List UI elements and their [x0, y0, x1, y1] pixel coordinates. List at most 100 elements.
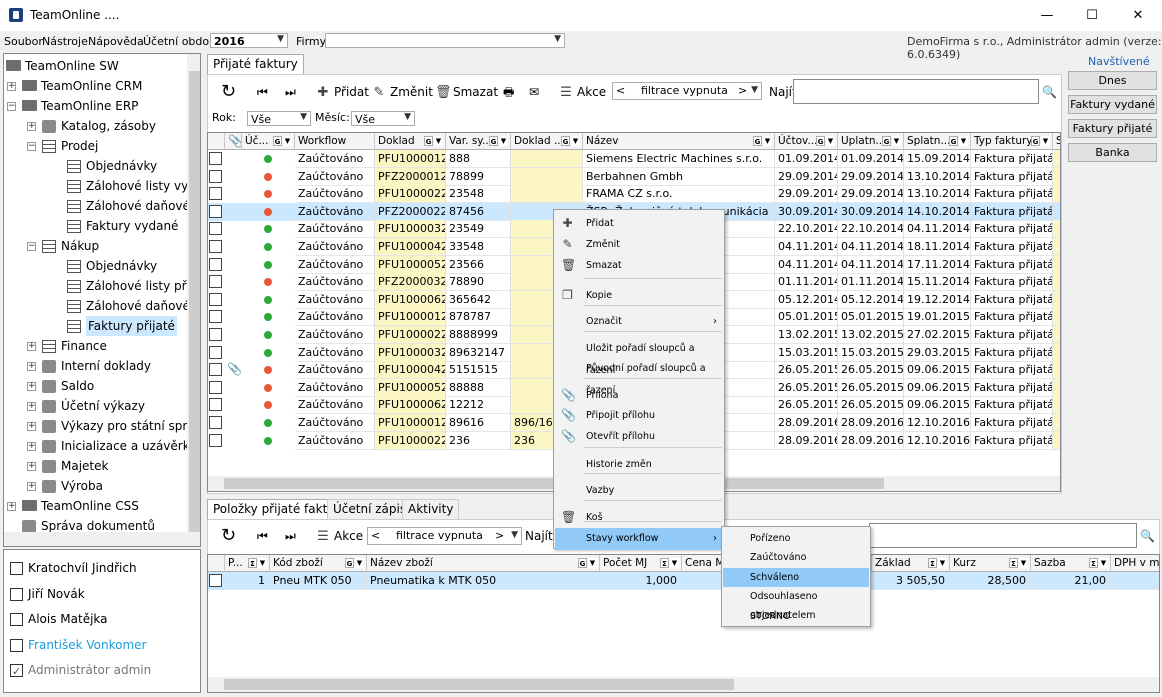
- row-checkbox[interactable]: [209, 240, 222, 253]
- group-icon[interactable]: G: [753, 136, 762, 146]
- chevron-down-icon[interactable]: ▼: [283, 136, 292, 146]
- chevron-down-icon[interactable]: ▼: [571, 136, 580, 146]
- user-item[interactable]: Jiří Novák: [10, 584, 85, 604]
- sum-icon[interactable]: Σ: [928, 558, 937, 568]
- tab-prijate-faktury[interactable]: Přijaté faktury: [207, 54, 304, 74]
- close-button[interactable]: ✕: [1115, 0, 1161, 31]
- items-column-header[interactable]: Kurz Σ ▼: [950, 555, 1031, 572]
- year-select[interactable]: Vše ▼: [247, 111, 311, 126]
- context-item-zmenit[interactable]: ✎ Změnit: [555, 234, 723, 256]
- user-checkbox[interactable]: [10, 638, 23, 652]
- chevron-down-icon[interactable]: ▼: [434, 136, 443, 146]
- refresh-icon[interactable]: ↻: [221, 525, 236, 547]
- expand-toggle-icon[interactable]: +: [27, 382, 36, 391]
- row-checkbox[interactable]: [209, 204, 222, 218]
- expand-toggle-icon[interactable]: −: [7, 102, 16, 111]
- workflow-item-porizeno[interactable]: Pořízeno: [723, 529, 869, 548]
- tab-aktivity[interactable]: Aktivity: [402, 499, 460, 519]
- row-checkbox[interactable]: [209, 398, 222, 412]
- chevron-down-icon[interactable]: ▼: [826, 136, 835, 146]
- group-icon[interactable]: G: [578, 558, 587, 568]
- workflow-item-zauctovano[interactable]: Zaúčtováno: [723, 548, 869, 567]
- delete-button[interactable]: 🗑Smazat: [435, 81, 498, 103]
- column-header[interactable]: Workflow: [295, 133, 375, 150]
- column-header[interactable]: Splatn... G ▼: [904, 133, 971, 150]
- group-icon[interactable]: G: [816, 136, 825, 146]
- tree-item-prodej[interactable]: Prodej: [61, 136, 98, 156]
- row-checkbox[interactable]: [209, 187, 222, 201]
- expand-toggle-icon[interactable]: +: [27, 122, 36, 131]
- row-checkbox[interactable]: [209, 152, 222, 165]
- items-scroll-thumb[interactable]: [224, 679, 734, 690]
- tree-item-teamonline-erp[interactable]: TeamOnline ERP: [41, 96, 138, 116]
- context-item-kos[interactable]: 🗑 Koš: [555, 507, 723, 529]
- menu-soubor[interactable]: Soubor: [4, 35, 43, 48]
- firms-select[interactable]: ▼: [325, 33, 565, 48]
- expand-toggle-icon[interactable]: +: [27, 342, 36, 351]
- tree-scroll-thumb[interactable]: [189, 71, 200, 533]
- items-column-header[interactable]: DPH v mě: [1111, 555, 1159, 572]
- items-column-header[interactable]: P... Σ ▼: [225, 555, 270, 572]
- table-row[interactable]: ZaúčtovánoPFU1000022023548 FRAMA CZ s.r.o…: [208, 185, 1060, 204]
- expand-toggle-icon[interactable]: +: [27, 362, 36, 371]
- add-button[interactable]: ✚ Přidat: [316, 81, 369, 103]
- chevron-down-icon[interactable]: ▼: [588, 558, 597, 568]
- tree-item-finance[interactable]: Finance: [61, 336, 107, 356]
- tree-item-teamonline-crm[interactable]: TeamOnline CRM: [41, 76, 142, 96]
- tree-item-faktury-vydane[interactable]: Faktury vydané: [86, 216, 178, 236]
- column-header[interactable]: Název G ▼: [583, 133, 775, 150]
- column-header[interactable]: Var. sy... G ▼: [446, 133, 511, 150]
- user-item[interactable]: Alois Matějka: [10, 609, 108, 629]
- chevron-down-icon[interactable]: ▼: [959, 136, 968, 146]
- visited-banka-button[interactable]: Banka: [1068, 143, 1157, 162]
- tree-item-zalohove-listy-prijate[interactable]: Zálohové listy přijaté: [86, 276, 200, 296]
- last-record-icon[interactable]: ⏭: [285, 525, 296, 547]
- chevron-down-icon[interactable]: ▼: [258, 558, 267, 568]
- items-column-header[interactable]: Základ Σ ▼: [872, 555, 950, 572]
- user-checkbox[interactable]: [10, 562, 23, 575]
- row-checkbox[interactable]: [209, 380, 222, 394]
- user-checkbox[interactable]: ✓: [10, 664, 23, 678]
- user-item[interactable]: František Vonkomer: [10, 635, 146, 655]
- tree-item-nakup[interactable]: Nákup: [61, 236, 99, 256]
- items-column-header[interactable]: Název zboží G ▼: [367, 555, 600, 572]
- row-checkbox[interactable]: [209, 433, 222, 447]
- group-icon[interactable]: G: [561, 136, 570, 146]
- column-header[interactable]: Účtov... G ▼: [775, 133, 838, 150]
- context-item-pripojit-prilohu[interactable]: 📎 Připojit přílohu: [555, 405, 723, 427]
- group-icon[interactable]: G: [424, 136, 433, 146]
- tree-item-teamonline-sw[interactable]: TeamOnline SW: [25, 56, 119, 76]
- context-item-stavy-workflow[interactable]: Stavy workflow ›: [555, 528, 723, 550]
- column-header[interactable]: Úč... G ▼: [242, 133, 295, 150]
- context-item-smazat[interactable]: 🗑 Smazat: [555, 255, 723, 277]
- search-icon[interactable]: 🔍: [1042, 81, 1057, 103]
- chevron-down-icon[interactable]: ▼: [938, 558, 947, 568]
- table-row[interactable]: ZaúčtovánoPFU10000120888 Siemens Electric…: [208, 150, 1060, 168]
- user-checkbox[interactable]: [10, 613, 23, 626]
- refresh-icon[interactable]: ↻: [221, 81, 236, 103]
- context-item-kopie[interactable]: ❐ Kopie: [555, 285, 723, 307]
- last-record-icon[interactable]: ⏭: [285, 81, 296, 103]
- row-checkbox[interactable]: [209, 310, 222, 324]
- expand-toggle-icon[interactable]: +: [27, 442, 36, 451]
- column-header[interactable]: Uplatn... G ▼: [838, 133, 904, 150]
- context-item-pridat[interactable]: ✚ Přidat: [555, 213, 723, 235]
- tree-item-ucetni-vykazy[interactable]: Účetní výkazy: [61, 396, 145, 416]
- row-checkbox[interactable]: [209, 169, 222, 183]
- actions-button[interactable]: ☰ Akce: [559, 81, 606, 103]
- sum-icon[interactable]: Σ: [660, 558, 669, 568]
- tree-item-vykazy-pro-statni-spravu[interactable]: Výkazy pro státní správu: [61, 416, 200, 436]
- expand-toggle-icon[interactable]: −: [27, 242, 36, 251]
- tree-hscrollbar[interactable]: [4, 532, 200, 546]
- chevron-down-icon[interactable]: ▼: [1019, 558, 1028, 568]
- context-item-priloha[interactable]: 📎 Příloha: [555, 385, 723, 407]
- row-checkbox[interactable]: [209, 345, 222, 359]
- group-icon[interactable]: G: [1031, 136, 1040, 146]
- workflow-item-schvaleno[interactable]: Schváleno: [723, 567, 869, 587]
- search-icon[interactable]: 🔍: [1140, 525, 1155, 547]
- visited-faktury-vydane-button[interactable]: Faktury vydané: [1068, 95, 1157, 114]
- row-checkbox[interactable]: [209, 416, 222, 429]
- maximize-button[interactable]: ☐: [1069, 0, 1115, 31]
- expand-toggle-icon[interactable]: +: [7, 82, 16, 91]
- chevron-down-icon[interactable]: ▼: [763, 136, 772, 146]
